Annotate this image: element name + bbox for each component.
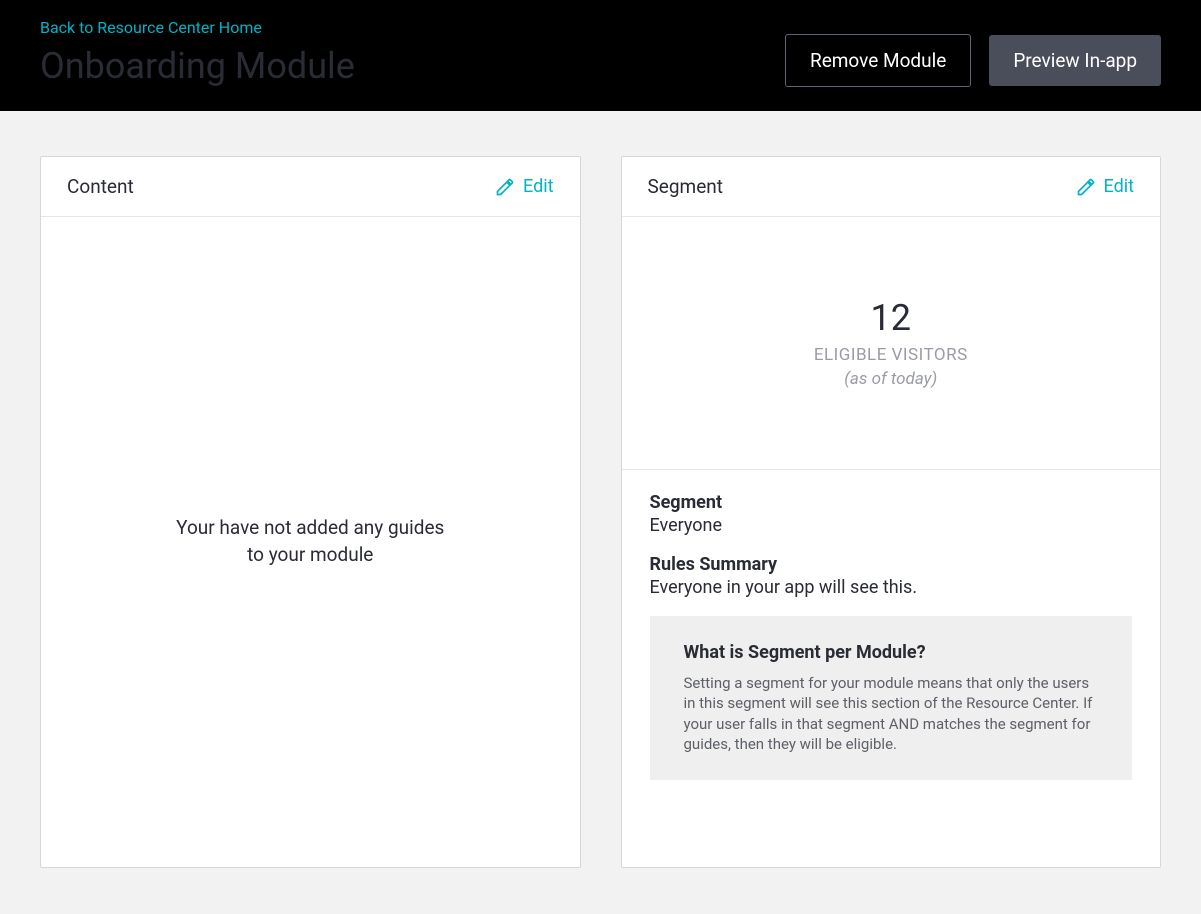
edit-segment-button[interactable]: Edit: [1076, 176, 1134, 197]
content-card: Content Edit Your have not added any gui…: [40, 156, 581, 868]
eligible-visitors-count: 12: [642, 297, 1141, 339]
segment-value: Everyone: [650, 515, 1133, 536]
eligible-visitors-sub: (as of today): [642, 369, 1141, 389]
pencil-icon: [1076, 177, 1096, 197]
content-card-title: Content: [67, 175, 134, 198]
page-header: Back to Resource Center Home Onboarding …: [0, 0, 1201, 111]
segment-label: Segment: [650, 492, 1133, 513]
page-title: Onboarding Module: [40, 45, 355, 87]
header-actions: Remove Module Preview In-app: [785, 34, 1161, 87]
content-card-header: Content Edit: [41, 157, 580, 217]
empty-state-line2: to your module: [247, 542, 373, 569]
segment-card-header: Segment Edit: [622, 157, 1161, 217]
content-empty-state: Your have not added any guides to your m…: [41, 217, 580, 867]
preview-in-app-button[interactable]: Preview In-app: [989, 35, 1161, 86]
segment-stats: 12 ELIGIBLE VISITORS (as of today): [622, 217, 1161, 470]
rules-summary-label: Rules Summary: [650, 554, 1133, 575]
header-left: Back to Resource Center Home Onboarding …: [40, 18, 355, 87]
segment-card: Segment Edit 12 ELIGIBLE VISITORS (as of…: [621, 156, 1162, 868]
edit-content-button[interactable]: Edit: [495, 176, 553, 197]
segment-details: Segment Everyone Rules Summary Everyone …: [622, 470, 1161, 808]
segment-card-title: Segment: [648, 175, 723, 198]
empty-state-line1: Your have not added any guides: [176, 515, 444, 542]
segment-info-box: What is Segment per Module? Setting a se…: [650, 616, 1133, 780]
pencil-icon: [495, 177, 515, 197]
remove-module-button[interactable]: Remove Module: [785, 34, 971, 87]
edit-content-label: Edit: [523, 176, 553, 197]
eligible-visitors-label: ELIGIBLE VISITORS: [642, 345, 1141, 365]
edit-segment-label: Edit: [1104, 176, 1134, 197]
rules-summary-value: Everyone in your app will see this.: [650, 577, 1133, 598]
info-box-title: What is Segment per Module?: [684, 642, 1099, 663]
main-content: Content Edit Your have not added any gui…: [0, 111, 1201, 913]
back-link[interactable]: Back to Resource Center Home: [40, 18, 355, 37]
info-box-text: Setting a segment for your module means …: [684, 673, 1099, 754]
